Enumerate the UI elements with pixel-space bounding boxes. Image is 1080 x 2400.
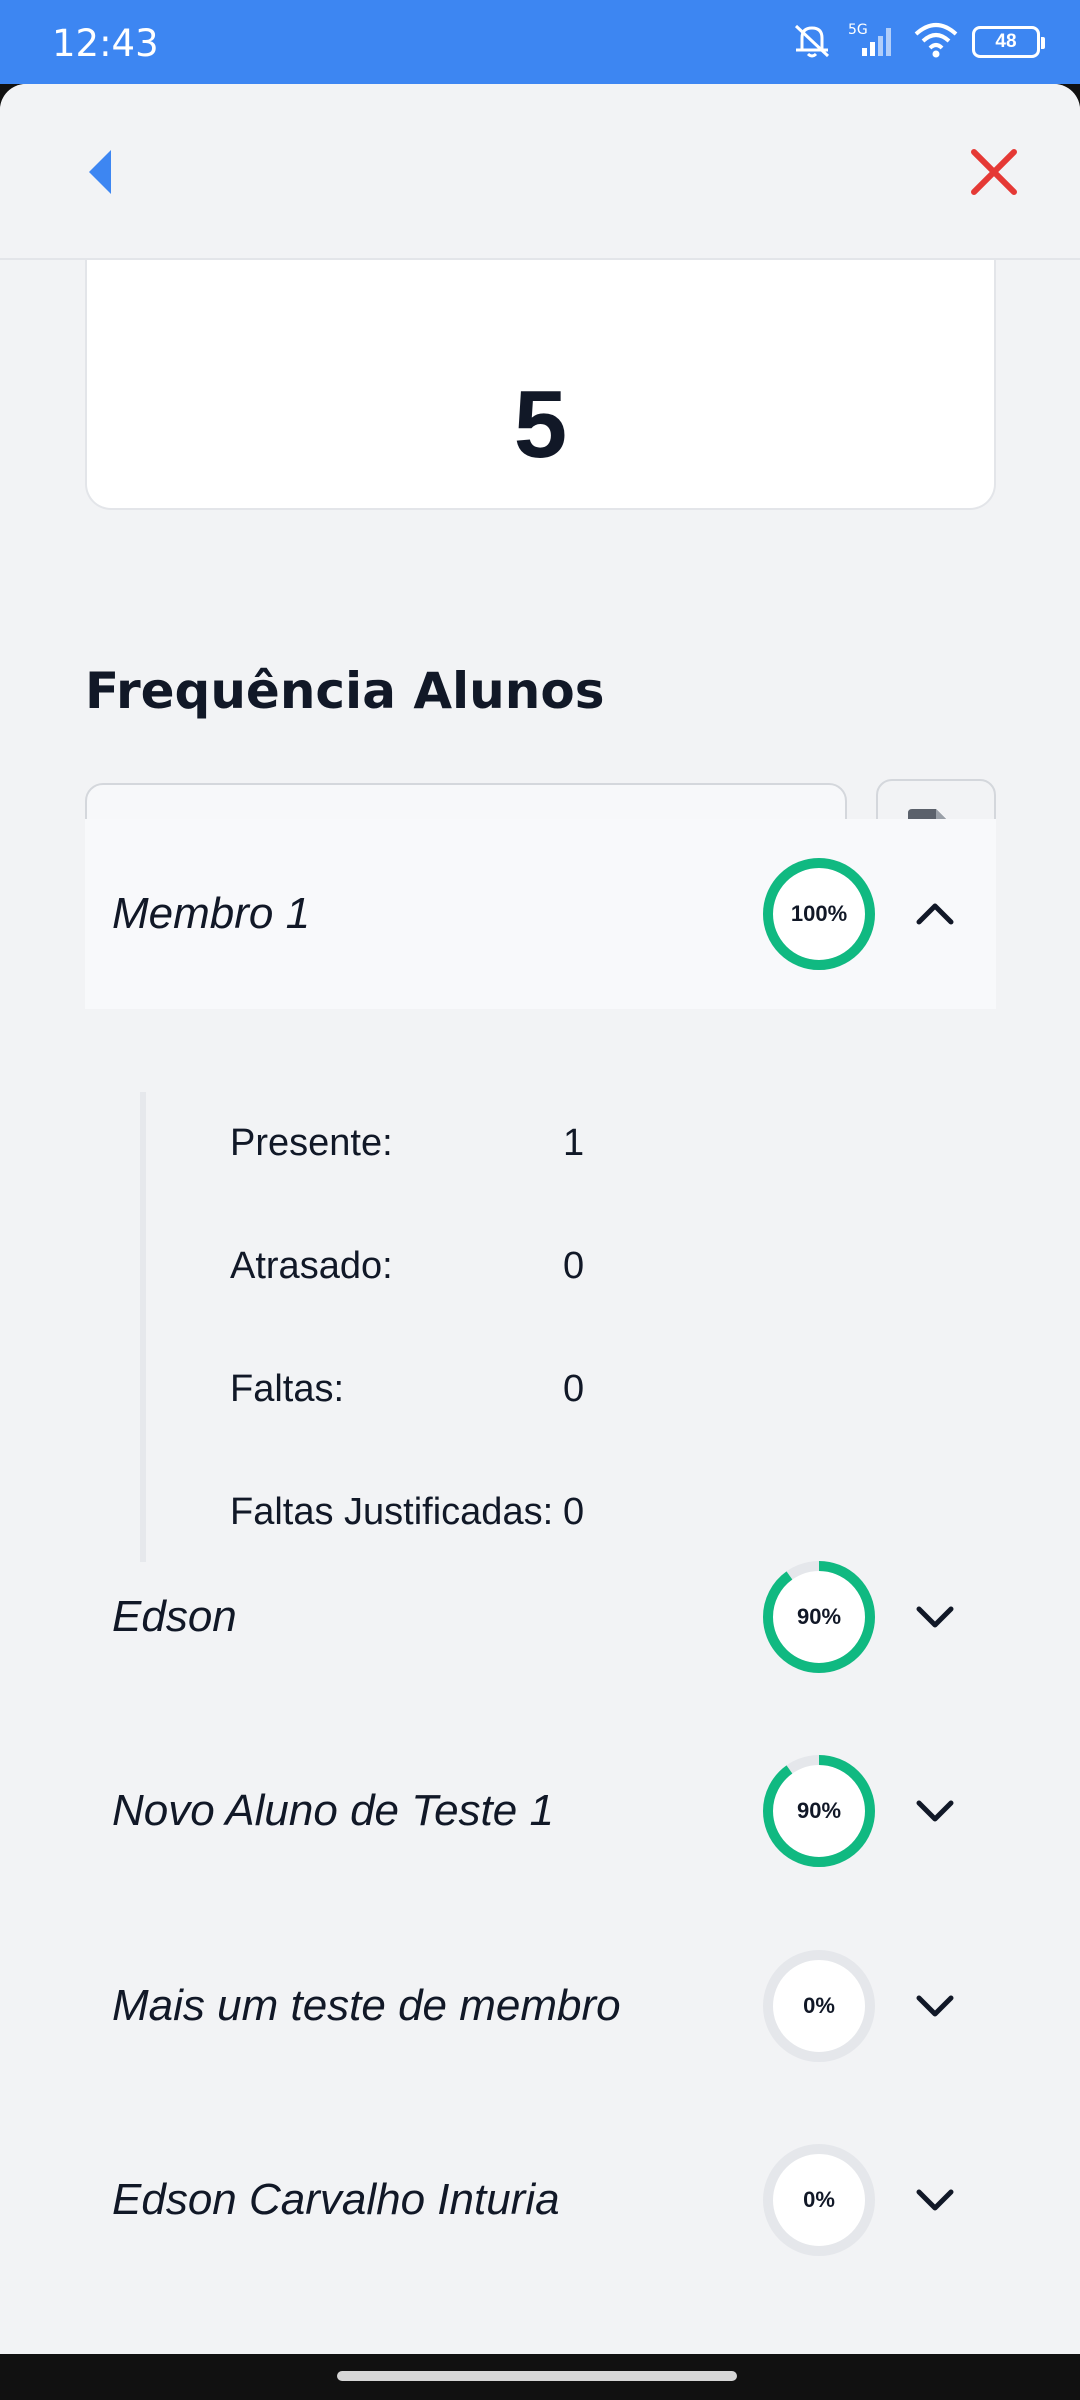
chevron-down-icon[interactable] [913,1789,957,1833]
back-button[interactable] [70,142,130,202]
section-title: Frequência Alunos [85,662,605,720]
chevron-down-icon[interactable] [913,1984,957,2028]
student-name: Edson Carvalho Inturia [112,2175,560,2224]
attendance-details: Presente: 1 Atrasado: 0 Faltas: 0 Faltas… [140,1092,996,1562]
student-row[interactable]: Membro 1 100% [85,819,996,1009]
attendance-percent: 90% [796,1604,842,1629]
attendance-ring: 0% [761,2142,877,2258]
attendance-percent: 0% [803,2187,835,2212]
student-name: Mais um teste de membro [112,1981,621,2030]
close-icon [971,149,1017,195]
student-row[interactable]: Mais um teste de membro 0% [85,1911,996,2101]
battery-icon: 48 [972,26,1045,58]
wifi-icon [914,20,958,65]
detail-value: 1 [563,1122,585,1164]
stat-value: 5 [513,371,568,478]
back-arrow-icon [89,150,111,194]
attendance-ring: 90% [761,1753,877,1869]
status-bar: 12:43 5G 48 [0,0,1080,84]
status-time: 12:43 [52,22,159,65]
student-row[interactable]: Edson 90% [85,1522,996,1712]
status-icons: 5G 48 [790,20,1045,65]
attendance-percent: 0% [803,1993,835,2018]
detail-label: Faltas: [230,1368,345,1410]
attendance-percent: 100% [790,901,848,926]
detail-label: Presente: [230,1122,393,1164]
bottom-sheet: 5 Frequência Alunos CSV Membro 1 100% [0,84,1080,2354]
student-name: Edson [112,1592,237,1641]
detail-value: 0 [563,1245,585,1287]
chevron-up-icon[interactable] [913,892,957,936]
student-name: Membro 1 [112,889,311,938]
student-row[interactable]: Novo Aluno de Teste 1 90% [85,1716,996,1906]
attendance-ring: 100% [761,856,877,972]
detail-value: 0 [563,1368,585,1410]
silent-icon [790,20,834,65]
attendance-ring: 0% [761,1948,877,2064]
student-name: Novo Aluno de Teste 1 [112,1786,554,1835]
attendance-ring: 90% [761,1559,877,1675]
stat-card: 5 [85,260,996,510]
student-row[interactable]: Edson Carvalho Inturia 0% [85,2105,996,2295]
home-indicator[interactable] [337,2371,737,2381]
svg-text:5G: 5G [848,22,868,38]
attendance-percent: 90% [796,1798,842,1823]
sheet-header [0,84,1080,260]
chevron-down-icon[interactable] [913,2178,957,2222]
detail-label: Atrasado: [230,1245,393,1287]
close-button[interactable] [964,142,1024,202]
chevron-down-icon[interactable] [913,1595,957,1639]
signal-icon: 5G [848,20,900,65]
